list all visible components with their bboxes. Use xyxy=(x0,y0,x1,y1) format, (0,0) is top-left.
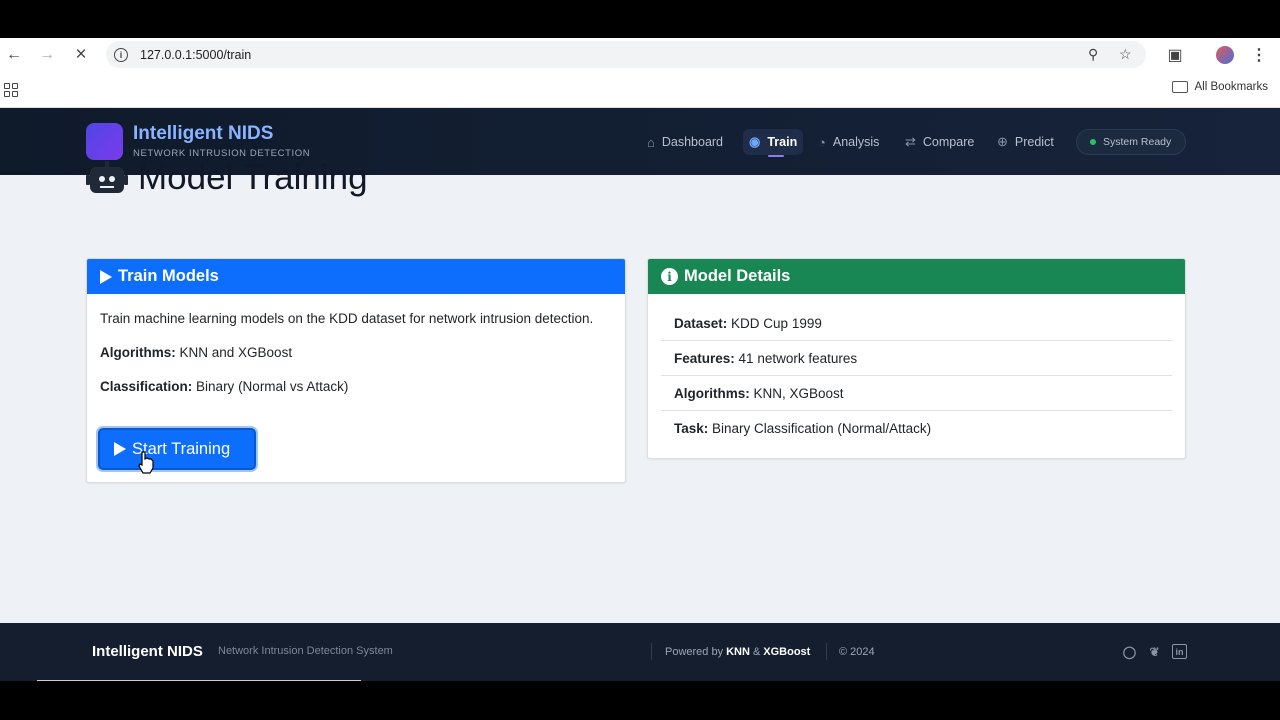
classification-value: Binary (Normal vs Attack) xyxy=(196,379,349,394)
zoom-icon[interactable]: ⚲ xyxy=(1088,46,1098,63)
detail-value: 41 network features xyxy=(738,350,858,366)
url-text[interactable]: 127.0.0.1:5000/train xyxy=(140,48,251,62)
apps-grid-icon[interactable] xyxy=(4,83,18,97)
model-details-card: i Model Details Dataset: KDD Cup 1999 Fe… xyxy=(647,258,1186,459)
classification-line: Classification: Binary (Normal vs Attack… xyxy=(100,376,612,397)
nav-compare-label: Compare xyxy=(922,135,975,149)
details-card-title: Model Details xyxy=(684,267,791,285)
detail-row: Task: Binary Classification (Normal/Atta… xyxy=(661,411,1172,446)
omnibox[interactable]: i 127.0.0.1:5000/train ⚲ ☆ xyxy=(106,41,1146,68)
browser-menu-icon[interactable]: ⋮ xyxy=(1248,44,1270,66)
all-bookmarks-label: All Bookmarks xyxy=(1194,81,1269,93)
app-logo[interactable] xyxy=(86,123,123,160)
powered-prefix: Powered by xyxy=(665,645,724,658)
info-circle-icon: i xyxy=(661,268,678,285)
train-card-body: Train machine learning models on the KDD… xyxy=(87,294,625,424)
address-bar-row: ← → × i 127.0.0.1:5000/train ⚲ ☆ ▣ ⋮ xyxy=(0,38,1280,71)
all-bookmarks-button[interactable]: All Bookmarks xyxy=(1171,81,1269,93)
pie-chart-icon: ◔ xyxy=(818,134,826,150)
nav-dashboard[interactable]: ⌂ Dashboard xyxy=(641,129,729,155)
play-icon xyxy=(100,269,112,284)
page-title: Model Training xyxy=(86,158,368,198)
train-description: Train machine learning models on the KDD… xyxy=(100,311,594,326)
home-icon: ⌂ xyxy=(647,134,655,150)
status-dot-icon xyxy=(1090,139,1096,145)
detail-value: KNN, XGBoost xyxy=(753,385,844,401)
folder-icon xyxy=(1171,81,1188,93)
site-info-icon[interactable]: i xyxy=(114,47,128,62)
footer-brand: Intelligent NIDS xyxy=(92,643,203,660)
powered-xgboost: XGBoost xyxy=(763,645,811,658)
status-badge: System Ready xyxy=(1076,129,1186,155)
detail-label: Dataset: xyxy=(674,315,728,331)
footer-subtitle: Network Intrusion Detection System xyxy=(218,645,393,657)
algorithms-line: Algorithms: KNN and XGBoost xyxy=(100,342,612,363)
classification-label: Classification: xyxy=(100,379,193,394)
algorithms-label: Algorithms: xyxy=(100,345,176,360)
nav-predict[interactable]: ⊕ Predict xyxy=(991,129,1060,155)
detail-label: Features: xyxy=(674,350,735,366)
bookmark-star-icon[interactable]: ☆ xyxy=(1119,46,1132,63)
nav-analysis[interactable]: ◔ Analysis xyxy=(812,129,885,155)
details-card-header: i Model Details xyxy=(648,259,1185,294)
arrows-exchange-icon: ⇄ xyxy=(905,134,916,149)
powered-amp: & xyxy=(752,645,761,658)
linkedin-icon[interactable]: in xyxy=(1172,644,1187,659)
powered-knn: KNN xyxy=(726,645,750,658)
train-card-title: Train Models xyxy=(118,267,219,285)
bookmarks-bar: All Bookmarks xyxy=(0,71,1280,108)
detail-row: Dataset: KDD Cup 1999 xyxy=(661,306,1172,341)
hand-cursor-icon xyxy=(138,451,154,474)
back-icon[interactable]: ← xyxy=(3,44,25,66)
video-progress-line xyxy=(37,680,361,681)
detail-value: Binary Classification (Normal/Attack) xyxy=(712,421,932,436)
nav-predict-label: Predict xyxy=(1014,135,1054,149)
forward-icon[interactable]: → xyxy=(36,44,58,66)
status-text: System Ready xyxy=(1103,136,1172,148)
detail-row: Algorithms: KNN, XGBoost xyxy=(661,376,1172,411)
detail-row: Features: 41 network features xyxy=(661,341,1172,376)
robot-icon xyxy=(86,161,128,195)
brand-title[interactable]: Intelligent NIDS xyxy=(133,123,273,145)
footer-copyright: © 2024 xyxy=(826,643,875,660)
nav-train[interactable]: ◉ Train xyxy=(743,129,804,155)
detail-value: KDD Cup 1999 xyxy=(731,315,822,331)
stop-loading-icon[interactable]: × xyxy=(70,44,92,66)
details-list: Dataset: KDD Cup 1999 Features: 41 netwo… xyxy=(648,294,1185,446)
start-training-button[interactable]: Start Training xyxy=(98,428,256,470)
nav-dashboard-label: Dashboard xyxy=(661,135,724,149)
github-icon[interactable]: ◯ xyxy=(1122,644,1137,659)
brain-icon: ◉ xyxy=(749,134,761,149)
app-footer: Intelligent NIDS Network Intrusion Detec… xyxy=(0,623,1280,681)
nav-analysis-label: Analysis xyxy=(832,135,880,149)
train-card-header: Train Models xyxy=(87,259,625,294)
nav-compare[interactable]: ⇄ Compare xyxy=(899,129,980,155)
detail-label: Task: xyxy=(674,421,709,436)
page-title-text: Model Training xyxy=(138,158,368,197)
nav-train-label: Train xyxy=(767,135,798,149)
browser-window: ← → × i 127.0.0.1:5000/train ⚲ ☆ ▣ ⋮ All… xyxy=(0,38,1280,681)
active-nav-indicator xyxy=(768,155,784,157)
profile-avatar[interactable] xyxy=(1214,44,1236,66)
play-icon xyxy=(114,442,126,456)
footer-powered-by: Powered by KNN & XGBoost xyxy=(651,643,810,660)
twitter-icon[interactable]: ❦ xyxy=(1147,644,1162,659)
detail-label: Algorithms: xyxy=(674,385,750,401)
algorithms-value: KNN and XGBoost xyxy=(179,345,293,360)
crosshair-icon: ⊕ xyxy=(997,134,1008,149)
extensions-icon[interactable]: ▣ xyxy=(1164,44,1186,66)
